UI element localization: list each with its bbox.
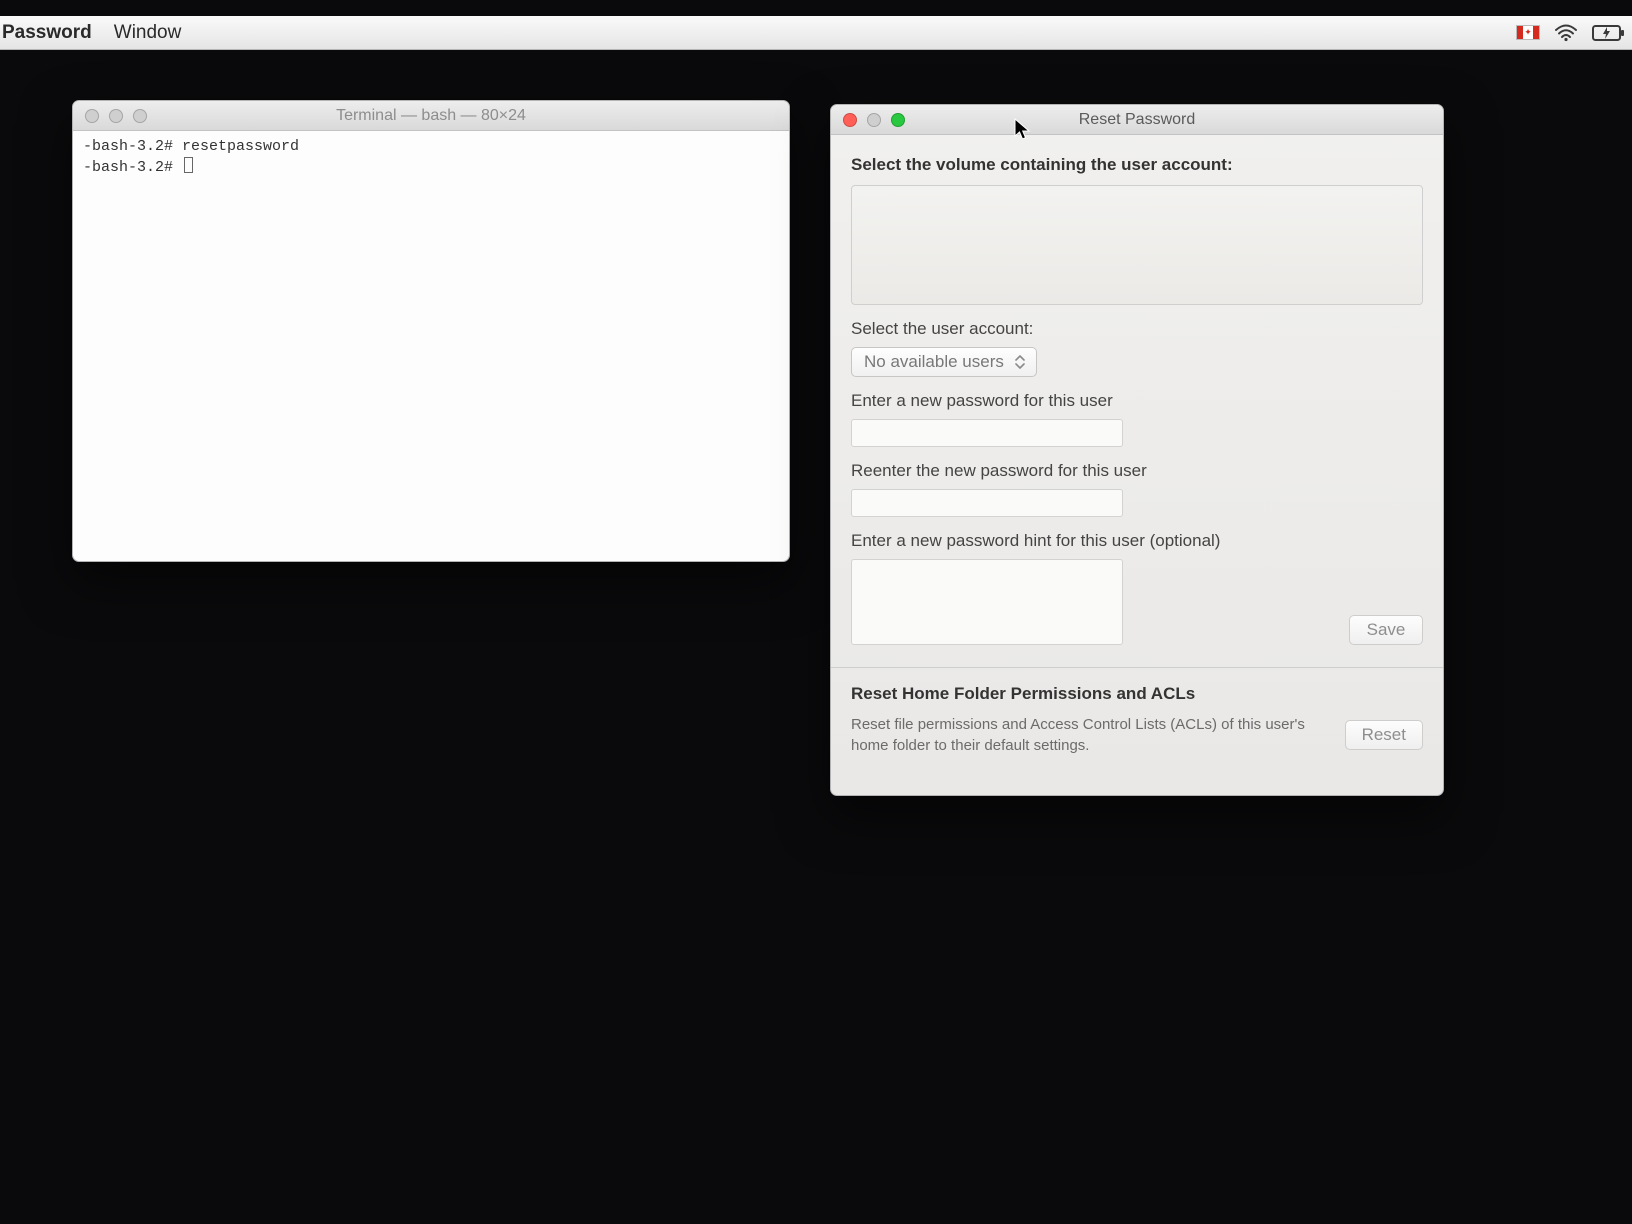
user-account-select[interactable]: No available users <box>851 347 1037 377</box>
reenter-password-label: Reenter the new password for this user <box>851 461 1423 481</box>
volume-selection-well[interactable] <box>851 185 1423 305</box>
reenter-password-input[interactable] <box>851 489 1123 517</box>
reset-password-window: Reset Password Select the volume contain… <box>830 104 1444 796</box>
user-account-select-value: No available users <box>864 352 1004 372</box>
close-icon[interactable] <box>843 113 857 127</box>
chevron-up-down-icon <box>1014 354 1026 370</box>
zoom-icon[interactable] <box>891 113 905 127</box>
password-hint-input[interactable] <box>851 559 1123 645</box>
app-menu-window[interactable]: Window <box>114 22 182 44</box>
minimize-icon[interactable] <box>867 113 881 127</box>
terminal-line: -bash-3.2# resetpassword <box>83 138 299 155</box>
wifi-icon[interactable] <box>1554 24 1578 42</box>
app-menu-password[interactable]: Password <box>2 22 92 44</box>
new-password-label: Enter a new password for this user <box>851 391 1423 411</box>
terminal-body[interactable]: -bash-3.2# resetpassword -bash-3.2# <box>73 131 789 561</box>
user-account-label: Select the user account: <box>851 319 1423 339</box>
save-button[interactable]: Save <box>1349 615 1423 645</box>
password-hint-label: Enter a new password hint for this user … <box>851 531 1423 551</box>
terminal-title: Terminal — bash — 80×24 <box>73 107 789 125</box>
zoom-icon[interactable] <box>133 109 147 123</box>
resetpw-titlebar[interactable]: Reset Password <box>831 105 1443 135</box>
menu-bar: Password Window ✦ <box>0 16 1632 50</box>
reset-button[interactable]: Reset <box>1345 720 1423 750</box>
volume-label: Select the volume containing the user ac… <box>851 155 1423 175</box>
acl-heading: Reset Home Folder Permissions and ACLs <box>851 684 1423 704</box>
terminal-line: -bash-3.2# <box>83 159 182 176</box>
battery-charging-icon[interactable] <box>1592 24 1626 42</box>
divider <box>831 667 1443 668</box>
terminal-cursor-icon <box>184 157 193 173</box>
resetpw-title: Reset Password <box>831 111 1443 129</box>
minimize-icon[interactable] <box>109 109 123 123</box>
close-icon[interactable] <box>85 109 99 123</box>
terminal-window: Terminal — bash — 80×24 -bash-3.2# reset… <box>72 100 790 562</box>
new-password-input[interactable] <box>851 419 1123 447</box>
input-source-flag-icon[interactable]: ✦ <box>1516 25 1540 40</box>
terminal-titlebar[interactable]: Terminal — bash — 80×24 <box>73 101 789 131</box>
acl-description: Reset file permissions and Access Contro… <box>851 714 1327 756</box>
